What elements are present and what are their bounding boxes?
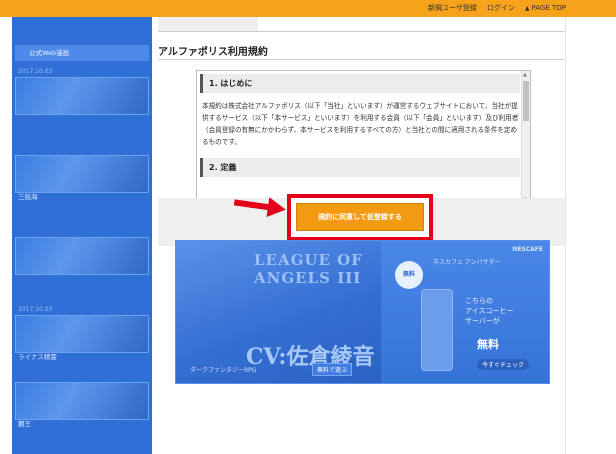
caret-up-icon: ▲ — [524, 5, 530, 12]
terms-content: 1. はじめに 本規約は株式会社アルファポリス（以下「当社」といいます）が運営す… — [200, 74, 520, 184]
ad-cta-button[interactable]: 今すぐチェック — [477, 359, 530, 370]
card-title: 覇王 — [18, 420, 31, 428]
scroll-up-icon[interactable]: ▲ — [523, 72, 527, 78]
sidebar-card[interactable]: 2017.10.03 ライナス精霊 — [15, 305, 149, 362]
ad-copy-small: ネスカフェ アンバサダー — [433, 259, 501, 266]
card-thumbnail[interactable] — [15, 382, 149, 420]
card-date — [15, 145, 149, 155]
card-date — [15, 227, 149, 237]
game-logo: LEAGUE OF ANGELS III — [254, 251, 363, 287]
card-thumbnail[interactable] — [15, 77, 149, 115]
sidebar-card[interactable]: 三船海 — [15, 145, 149, 202]
card-date: 2017.10.03 — [18, 68, 53, 75]
sidebar-header: 公式Web漫画 — [15, 45, 149, 61]
section-heading: 1. はじめに — [200, 74, 520, 93]
previous-section — [158, 17, 566, 32]
sidebar: 公式Web漫画 2017.10.03 三船海 2017.10.03 ライナス精霊… — [12, 17, 152, 454]
card-date: 2017.10.03 — [18, 306, 53, 313]
game-genre: ダークファンタジーRPG — [190, 367, 257, 374]
pointer-arrow-icon — [234, 197, 286, 217]
top-nav: 新規ユーザ登録 ログイン ▲ PAGE TOP — [428, 3, 566, 13]
register-link[interactable]: 新規ユーザ登録 — [428, 3, 477, 13]
free-play-badge[interactable]: 無料で遊ぶ — [312, 363, 353, 376]
sidebar-card[interactable] — [15, 227, 149, 275]
card-thumbnail[interactable] — [15, 315, 149, 353]
ad-banner[interactable]: LEAGUE OF ANGELS III CV:佐倉綾音 ダークファンタジーRP… — [175, 240, 550, 384]
sidebar-card[interactable]: 覇王 — [15, 382, 149, 429]
ad-copy-free: 無料 — [477, 338, 499, 351]
agree-register-button[interactable]: 規約に同意して仮登録する — [296, 203, 424, 231]
section-heading: 2. 定義 — [200, 158, 520, 177]
divider — [158, 59, 564, 60]
game-ad[interactable]: LEAGUE OF ANGELS III CV:佐倉綾音 ダークファンタジーRP… — [176, 241, 381, 383]
card-thumbnail[interactable] — [15, 237, 149, 275]
card-title: ライナス精霊 — [18, 353, 57, 361]
ad-copy-main: こちらの アイスコーヒー サーバーが — [465, 297, 514, 325]
free-circle-badge: 無料 — [395, 261, 423, 289]
brand-logo: NESCAFE — [512, 246, 543, 253]
section-body: 本規約は株式会社アルファポリス（以下「当社」といいます）が運営するウェブサイトに… — [202, 102, 519, 146]
card-title — [15, 115, 149, 124]
terms-scroll-box[interactable]: 1. はじめに 本規約は株式会社アルファポリス（以下「当社」といいます）が運営す… — [196, 70, 531, 205]
scrollbar[interactable]: ▲ ▼ — [521, 71, 530, 204]
card-thumbnail[interactable] — [15, 155, 149, 193]
login-link[interactable]: ログイン — [487, 3, 515, 13]
coffee-ad[interactable]: NESCAFE 無料 ネスカフェ アンバサダー こちらの アイスコーヒー サーバ… — [381, 241, 549, 383]
page-top-link[interactable]: ▲ PAGE TOP — [525, 4, 566, 12]
scrollbar-thumb[interactable] — [523, 81, 529, 121]
divider — [565, 17, 566, 454]
sidebar-card[interactable]: 2017.10.03 — [15, 67, 149, 124]
page-title: アルファポリス利用規約 — [158, 47, 268, 58]
card-title: 三船海 — [18, 193, 38, 201]
coffee-machine-icon — [421, 289, 453, 371]
cv-text: CV:佐倉綾音 — [246, 344, 375, 370]
top-bar: 新規ユーザ登録 ログイン ▲ PAGE TOP — [0, 0, 616, 17]
page-top-label: PAGE TOP — [531, 4, 566, 12]
main-content: アルファポリス利用規約 1. はじめに 本規約は株式会社アルファポリス（以下「当… — [152, 17, 572, 454]
